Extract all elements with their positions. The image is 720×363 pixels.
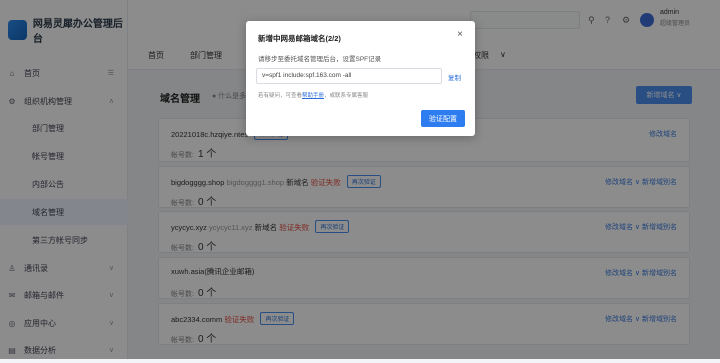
spf-record-field[interactable]: v=spf1 include:spf.163.com -all bbox=[256, 68, 442, 84]
modal-description: 请移步至委托域名管理后台，设置SPF记录 bbox=[258, 56, 382, 63]
modal-title: 新增中网易邮箱域名(2/2) bbox=[258, 34, 341, 43]
close-icon[interactable]: × bbox=[457, 29, 463, 40]
verify-config-button[interactable]: 验证配置 bbox=[421, 110, 465, 127]
copy-button[interactable]: 复制 bbox=[448, 72, 461, 82]
modal-help-note: 若有疑问，可查看帮助手册，或联系专属客服 bbox=[258, 93, 369, 99]
add-domain-modal: 新增中网易邮箱域名(2/2) × 请移步至委托域名管理后台，设置SPF记录 v=… bbox=[246, 21, 475, 136]
help-manual-link[interactable]: 帮助手册 bbox=[302, 93, 324, 99]
